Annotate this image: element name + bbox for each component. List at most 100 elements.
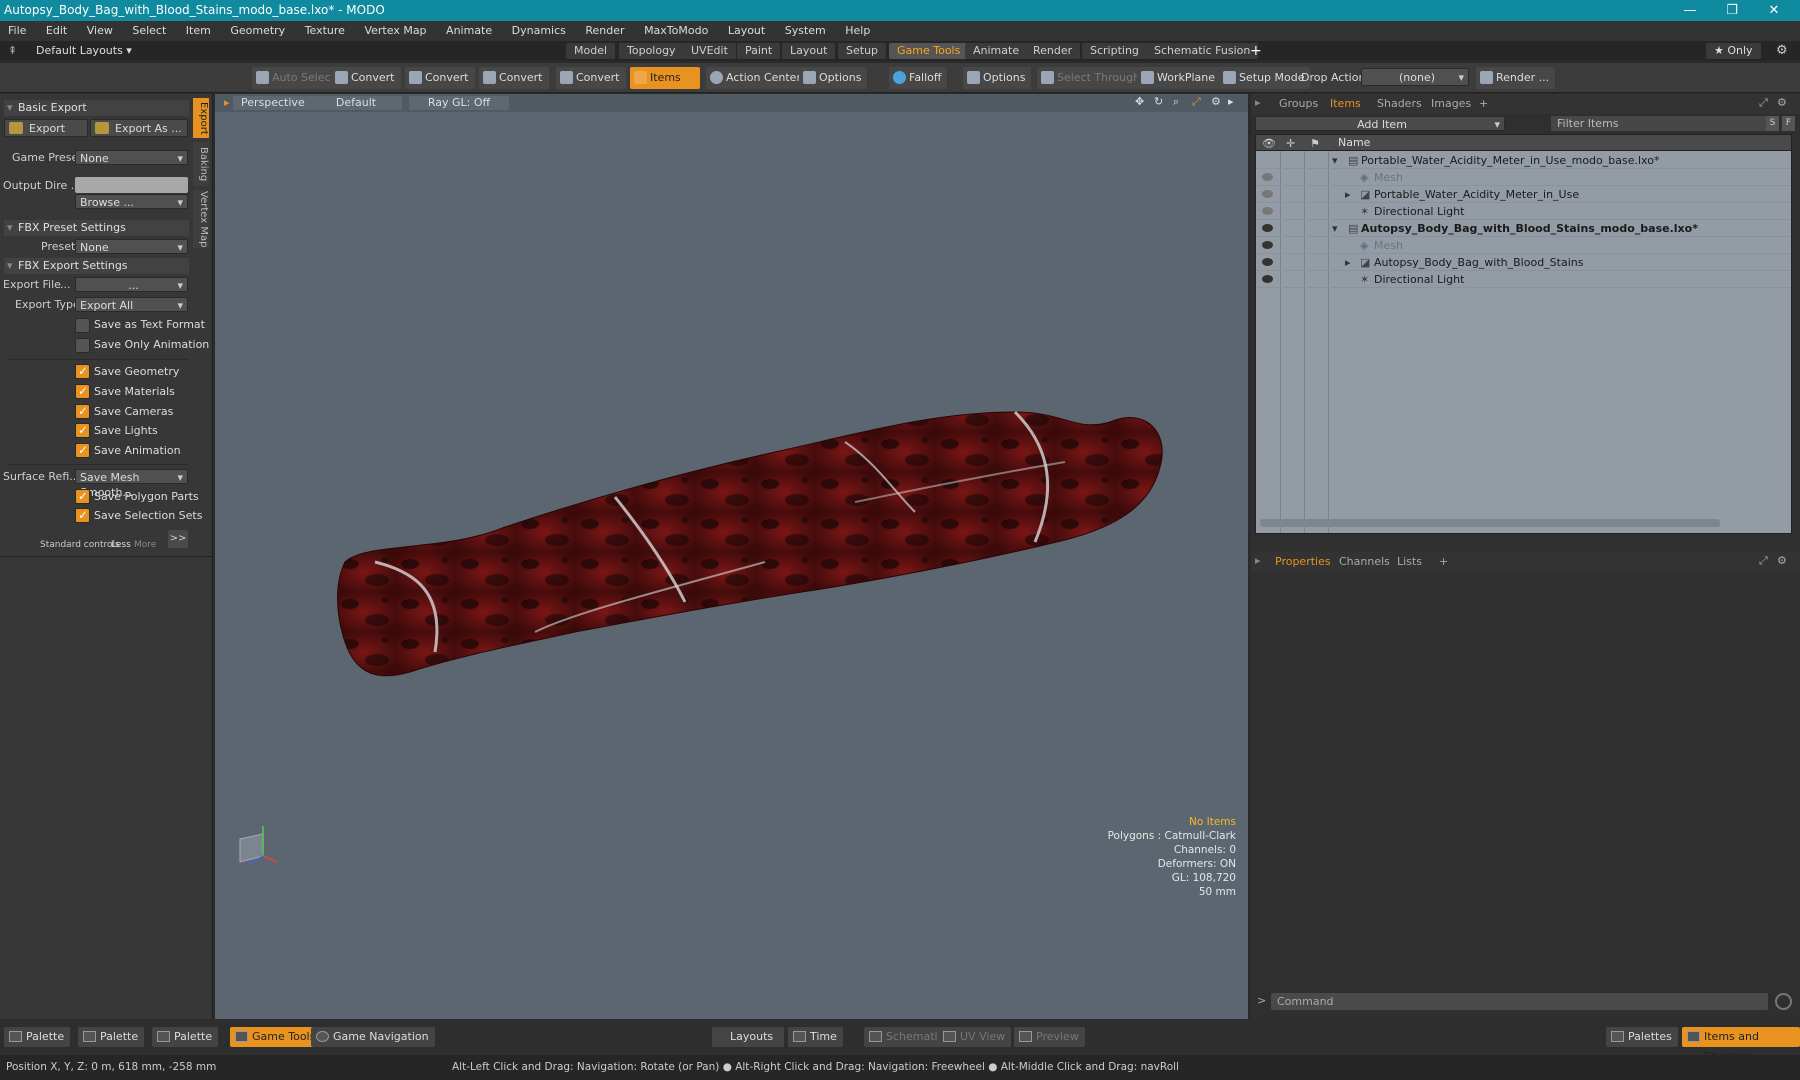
pan-icon[interactable]: ✥ [1135,95,1144,108]
viewport-menu-icon[interactable]: ▸ [224,96,230,109]
render-button[interactable]: Render ... [1476,67,1556,89]
add-tab-icon[interactable]: + [1471,96,1496,112]
panel-menu-icon[interactable]: ▸ [1255,554,1261,567]
save-cameras-checkbox[interactable] [75,404,90,419]
eye-icon[interactable] [1262,275,1273,283]
save-as-text-checkbox[interactable] [75,318,90,333]
item-row[interactable]: ✶ Directional Light [1256,203,1791,220]
palette-button-2[interactable]: Palette [78,1027,145,1047]
eye-icon[interactable] [1262,258,1273,266]
tab-vertex-map[interactable]: Vertex Map [193,190,209,248]
items-mode-button[interactable]: Items [630,67,700,89]
layouts-button[interactable]: Layouts [712,1027,784,1047]
filter-items-input[interactable]: Filter Items [1551,116,1776,131]
minimize-button[interactable]: — [1672,0,1708,21]
save-only-animation-checkbox[interactable] [75,338,90,353]
item-row[interactable]: ✶ Directional Light [1256,271,1791,288]
uv-view-button[interactable]: UV View [938,1027,1012,1047]
convert-button-1[interactable]: Convert [331,67,401,89]
item-row[interactable]: ▸ ◪ Portable_Water_Acidity_Meter_in_Use [1256,186,1791,203]
expand-arrow-icon[interactable]: ▸ [1345,186,1351,203]
menu-texture[interactable]: Texture [297,21,353,41]
menu-item[interactable]: Item [178,21,219,41]
s-toggle[interactable]: S [1766,116,1779,131]
workplane-button[interactable]: WorkPlane [1137,67,1222,89]
save-polygon-parts-checkbox[interactable] [75,489,90,504]
name-column-header[interactable]: Name [1338,135,1370,151]
tab-animate[interactable]: Animate [965,43,1028,59]
expand-icon[interactable]: ⤢ [1759,554,1768,568]
game-preset-select[interactable]: None [75,150,188,166]
options-button-1[interactable]: Options [799,67,868,89]
save-materials-checkbox[interactable] [75,384,90,399]
palette-button-3[interactable]: Palette [152,1027,219,1047]
preview-button[interactable]: Preview [1014,1027,1085,1047]
surface-refinement-select[interactable]: Save Mesh Smooth... [75,469,188,499]
add-tab-icon[interactable]: + [1431,554,1456,570]
menu-dynamics[interactable]: Dynamics [504,21,574,41]
collapse-arrow-icon[interactable]: ▾ [1332,220,1338,237]
shading-style-button[interactable]: Default [310,96,402,110]
menu-file[interactable]: File [0,21,34,41]
maximize-icon[interactable]: ⤢ [1192,95,1201,109]
tab-uvedit[interactable]: UVEdit [683,43,736,59]
tab-game-tools[interactable]: Game Tools [889,43,969,59]
panel-menu-icon[interactable]: ▸ [1255,96,1261,109]
preset-select[interactable]: None [75,239,188,255]
ray-gl-button[interactable]: Ray GL: Off [409,96,509,110]
convert-button-4[interactable]: Convert [556,67,626,89]
less-link[interactable]: Less [111,540,131,550]
convert-button-3[interactable]: Convert [479,67,549,89]
fbx-export-settings-header[interactable]: FBX Export Settings [4,258,189,274]
add-item-select[interactable]: Add Item [1255,116,1505,132]
eye-icon[interactable] [1262,241,1273,249]
collapse-arrow-icon[interactable]: ▾ [1332,152,1338,169]
menu-layout[interactable]: Layout [720,21,773,41]
menu-vertex-map[interactable]: Vertex Map [356,21,434,41]
basic-export-header[interactable]: Basic Export [4,100,189,116]
add-tab-button[interactable]: + [1250,41,1262,61]
game-tools-button[interactable]: Game Tools [230,1027,322,1047]
panel-gear-icon[interactable]: ⚙ [1777,554,1787,567]
item-row[interactable]: ▸ ◪ Autopsy_Body_Bag_with_Blood_Stains [1256,254,1791,271]
panel-gear-icon[interactable]: ⚙ [1777,96,1787,109]
tab-model[interactable]: Model [566,43,616,59]
close-button[interactable]: ✕ [1756,0,1792,21]
more-link[interactable]: More [134,540,156,550]
export-as-button[interactable]: Export As ... [90,119,188,137]
tab-topology[interactable]: Topology [619,43,684,59]
menu-view[interactable]: View [79,21,121,41]
zoom-icon[interactable]: ⌕ [1173,95,1179,109]
menu-edit[interactable]: Edit [38,21,75,41]
viewport-more-icon[interactable]: ▸ [1228,95,1234,108]
expand-arrow-icon[interactable]: ▸ [1345,254,1351,271]
output-dir-field[interactable] [75,177,188,193]
palette-button-1[interactable]: Palette [4,1027,71,1047]
palettes-button[interactable]: Palettes [1606,1027,1678,1047]
tab-schematic-fusion[interactable]: Schematic Fusion [1146,43,1259,59]
tab-lists[interactable]: Lists [1389,554,1430,570]
items-and-shading-button[interactable]: Items and Shading [1682,1027,1800,1063]
tab-setup[interactable]: Setup [838,43,887,59]
expand-icon[interactable]: ⤢ [1759,96,1768,110]
auto-select-button[interactable]: Auto Select [252,67,341,89]
save-geometry-checkbox[interactable] [75,364,90,379]
restore-button[interactable]: ❐ [1714,0,1750,21]
rotate-icon[interactable]: ↻ [1154,95,1163,108]
menu-select[interactable]: Select [124,21,174,41]
fbx-preset-settings-header[interactable]: FBX Preset Settings [4,220,189,236]
eye-icon[interactable] [1262,190,1273,198]
3d-viewport[interactable]: ▸ Perspective Default Ray GL: Off ✥ ↻ ⌕ … [215,94,1248,1019]
tab-groups[interactable]: Groups [1271,96,1326,112]
perspective-view-button[interactable]: Perspective [233,96,313,110]
eye-icon[interactable] [1262,224,1273,232]
f-toggle[interactable]: F [1782,116,1795,131]
export-file-select[interactable]: ... [75,277,188,293]
eye-icon[interactable] [1262,207,1273,215]
horizontal-scrollbar[interactable] [1260,519,1720,527]
menu-render[interactable]: Render [577,21,632,41]
tab-baking[interactable]: Baking [193,142,209,186]
tab-shaders[interactable]: Shaders [1369,96,1430,112]
schematic-button[interactable]: Schematic [864,1027,950,1047]
tab-layout[interactable]: Layout [782,43,836,59]
